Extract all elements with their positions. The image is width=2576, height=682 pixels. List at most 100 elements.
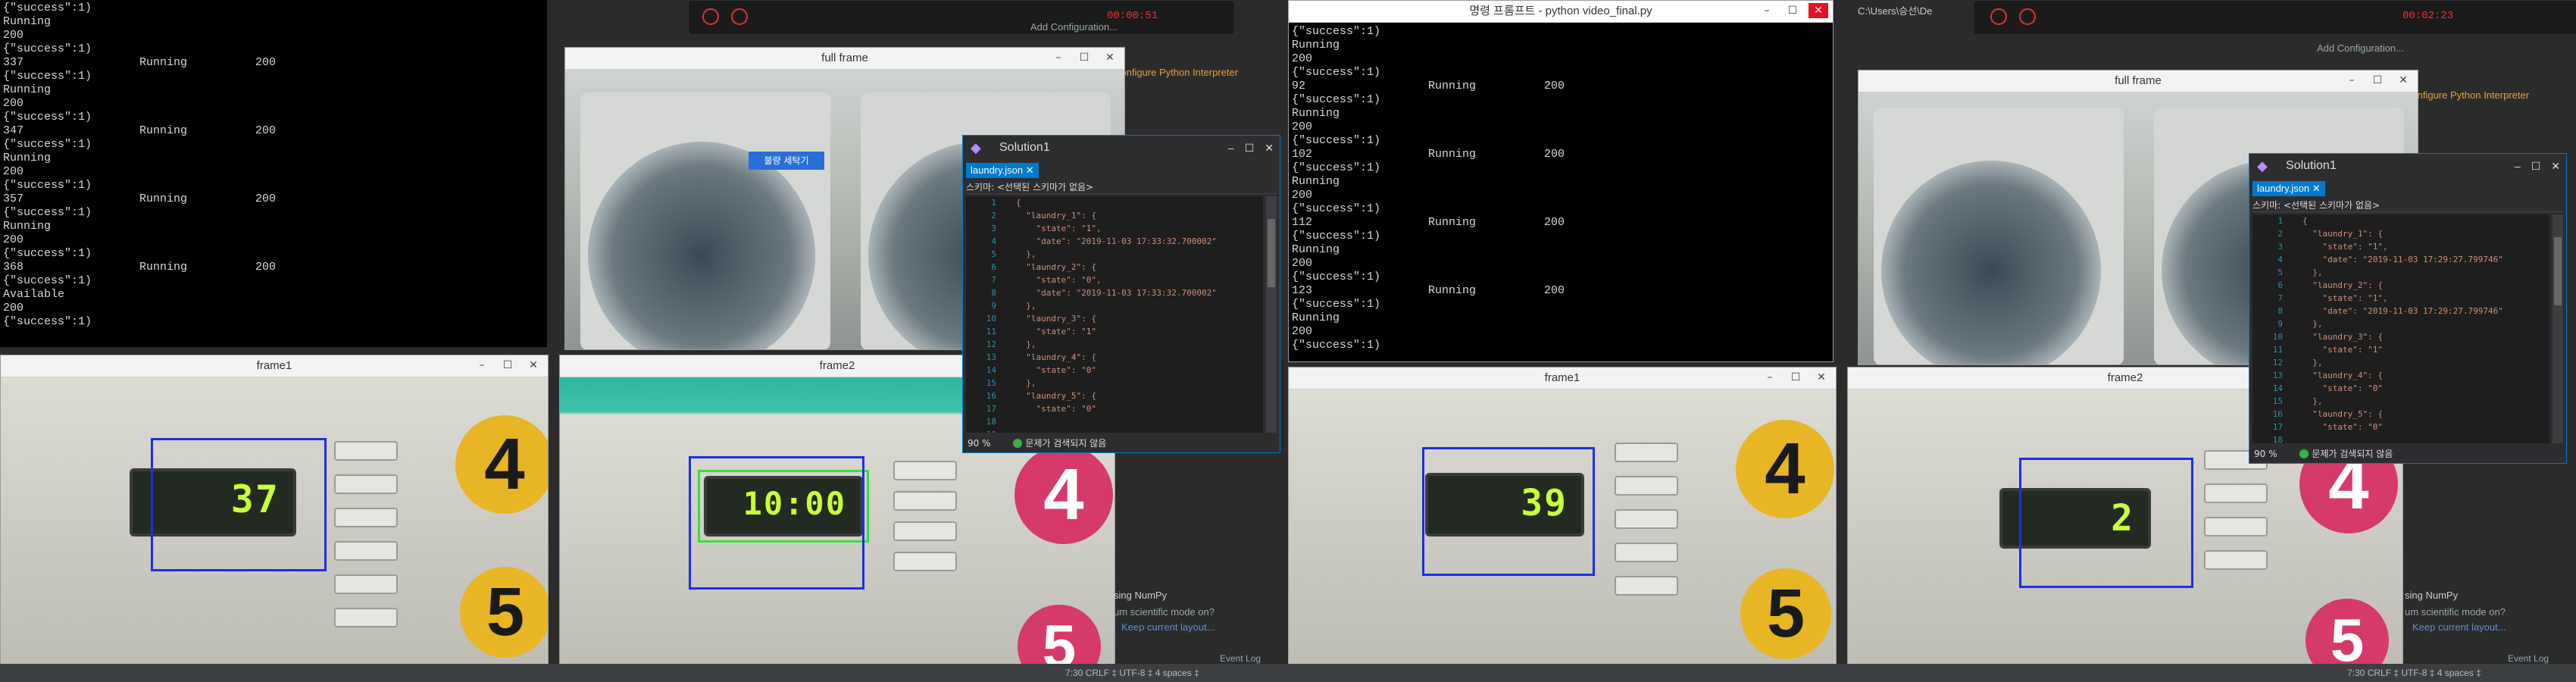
minimize-button[interactable]: –: [472, 358, 492, 373]
close-button[interactable]: ✕: [2551, 154, 2560, 178]
record-pause-icon[interactable]: [2019, 8, 2036, 25]
minimize-button[interactable]: –: [1049, 50, 1068, 65]
python-interpreter-warning[interactable]: Configure Python Interpreter: [2405, 89, 2529, 101]
zoom-level[interactable]: 90 %: [968, 438, 991, 449]
console-text: 200: [1292, 257, 1313, 270]
maximize-button[interactable]: ☐: [498, 358, 517, 373]
record-pause-icon[interactable]: [731, 8, 748, 25]
console-line: {"success":1): [1292, 93, 1831, 107]
code-line[interactable]: 5 },: [966, 248, 1263, 261]
record-stop-icon[interactable]: [702, 8, 719, 25]
code-line[interactable]: 15 },: [2252, 395, 2549, 408]
code-line[interactable]: 18: [966, 415, 1263, 428]
close-button[interactable]: ✕: [1265, 136, 1274, 160]
event-log-button[interactable]: Event Log: [2508, 653, 2549, 664]
console-text: 200: [1292, 120, 1313, 133]
console-status: Running 200: [1428, 284, 1565, 297]
code-line[interactable]: 16 "laundry_5": {: [2252, 408, 2549, 421]
minimize-button[interactable]: –: [1228, 136, 1234, 160]
code-line[interactable]: 14 "state": "0": [2252, 382, 2549, 395]
code-line[interactable]: 2 "laundry_1": {: [2252, 227, 2549, 240]
maximize-button[interactable]: ☐: [1786, 370, 1805, 385]
code-text: "state": "1",: [2302, 242, 2388, 252]
code-line[interactable]: 11 "state": "1": [2252, 343, 2549, 356]
code-line[interactable]: 10 "laundry_3": {: [2252, 330, 2549, 343]
maximize-button[interactable]: ☐: [1074, 50, 1094, 65]
editor-scrollbar[interactable]: [1266, 196, 1277, 433]
minimize-button[interactable]: –: [2342, 73, 2362, 88]
code-line[interactable]: 6 "laundry_2": {: [2252, 279, 2549, 292]
code-line[interactable]: 12 },: [966, 338, 1263, 351]
add-configuration[interactable]: Add Configuration...: [1030, 21, 1118, 33]
code-line[interactable]: 9 },: [2252, 318, 2549, 330]
minimize-button[interactable]: –: [2515, 154, 2521, 178]
numpy-notice-title: sing NumPy: [2405, 590, 2459, 601]
code-line[interactable]: 12 },: [2252, 356, 2549, 369]
code-line[interactable]: 17 "state": "0": [966, 402, 1263, 415]
code-line[interactable]: 8 "date": "2019-11-03 17:33:32.700002": [966, 286, 1263, 299]
code-line[interactable]: 7 "state": "1",: [2252, 292, 2549, 305]
add-configuration[interactable]: Add Configuration...: [2317, 42, 2404, 54]
zoom-level[interactable]: 90 %: [2254, 449, 2277, 459]
keep-layout-link[interactable]: Keep current layout...: [2412, 621, 2506, 633]
minimize-button[interactable]: –: [1757, 3, 1777, 18]
code-line[interactable]: 6 "laundry_2": {: [966, 261, 1263, 274]
line-number: 3: [2277, 242, 2283, 252]
code-line[interactable]: 7 "state": "0",: [966, 274, 1263, 286]
code-line[interactable]: 5 },: [2252, 266, 2549, 279]
close-button[interactable]: ✕: [1809, 3, 1828, 18]
line-number: 1: [2277, 216, 2283, 226]
console-line: 200: [3, 302, 544, 315]
scrollbar-thumb[interactable]: [1268, 219, 1275, 287]
record-stop-icon[interactable]: [1990, 8, 2007, 25]
code-line[interactable]: 2 "laundry_1": {: [966, 209, 1263, 222]
schema-selector[interactable]: 스키마: <선택된 스키마가 없음>: [2252, 199, 2563, 212]
event-log-button[interactable]: Event Log: [1220, 653, 1261, 664]
code-line[interactable]: 1{: [2252, 214, 2549, 227]
code-line[interactable]: 1{: [966, 196, 1263, 209]
line-number: 18: [986, 417, 996, 427]
code-line[interactable]: 9 },: [966, 299, 1263, 312]
close-tab-icon[interactable]: ✕: [1026, 164, 1034, 176]
console-line: 200: [3, 29, 544, 42]
code-line[interactable]: 19: [966, 428, 1263, 433]
file-tab[interactable]: laundry.json ✕: [2252, 181, 2325, 196]
scrollbar-thumb[interactable]: [2554, 237, 2562, 305]
code-line[interactable]: 18: [2252, 433, 2549, 443]
maximize-button[interactable]: ☐: [2368, 73, 2387, 88]
code-line[interactable]: 16 "laundry_5": {: [966, 389, 1263, 402]
editor-scrollbar[interactable]: [2553, 214, 2563, 443]
close-button[interactable]: ✕: [1100, 50, 1120, 65]
console-line: Running: [1292, 175, 1831, 189]
code-editor[interactable]: 1{2 "laundry_1": {3 "state": "1", 4 "date…: [966, 196, 1263, 433]
close-button[interactable]: ✕: [1812, 370, 1831, 385]
code-editor[interactable]: 1{2 "laundry_1": {3 "state": "1", 4 "date…: [2252, 214, 2549, 443]
code-line[interactable]: 8 "date": "2019-11-03 17:29:27.799746": [2252, 305, 2549, 318]
code-line[interactable]: 11 "state": "1": [966, 325, 1263, 338]
code-line[interactable]: 4 "date": "2019-11-03 17:33:32.700002": [966, 235, 1263, 248]
minimize-button[interactable]: –: [1760, 370, 1780, 385]
close-tab-icon[interactable]: ✕: [2312, 183, 2321, 194]
code-line[interactable]: 3 "state": "1",: [2252, 240, 2549, 253]
code-line[interactable]: 3 "state": "1",: [966, 222, 1263, 235]
console-line: {"success":1): [1292, 66, 1831, 80]
keep-layout-link[interactable]: Keep current layout...: [1121, 621, 1215, 633]
code-text: },: [2302, 319, 2323, 329]
button-slot: [893, 521, 957, 541]
code-line[interactable]: 15 },: [966, 377, 1263, 389]
code-line[interactable]: 13 "laundry_4": {: [2252, 369, 2549, 382]
machine-number-badge: 5: [1740, 568, 1831, 659]
close-button[interactable]: ✕: [524, 358, 543, 373]
schema-selector[interactable]: 스키마: <선택된 스키마가 없음>: [966, 181, 1277, 194]
file-tab[interactable]: laundry.json ✕: [966, 163, 1039, 178]
maximize-button[interactable]: ☐: [2531, 154, 2541, 178]
python-interpreter-warning[interactable]: Configure Python Interpreter: [1114, 67, 1238, 78]
maximize-button[interactable]: ☐: [1245, 136, 1255, 160]
code-line[interactable]: 4 "date": "2019-11-03 17:29:27.799746": [2252, 253, 2549, 266]
code-line[interactable]: 14 "state": "0": [966, 364, 1263, 377]
code-line[interactable]: 13 "laundry_4": {: [966, 351, 1263, 364]
code-line[interactable]: 17 "state": "0": [2252, 421, 2549, 433]
close-button[interactable]: ✕: [2393, 73, 2413, 88]
maximize-button[interactable]: ☐: [1783, 3, 1802, 18]
code-line[interactable]: 10 "laundry_3": {: [966, 312, 1263, 325]
